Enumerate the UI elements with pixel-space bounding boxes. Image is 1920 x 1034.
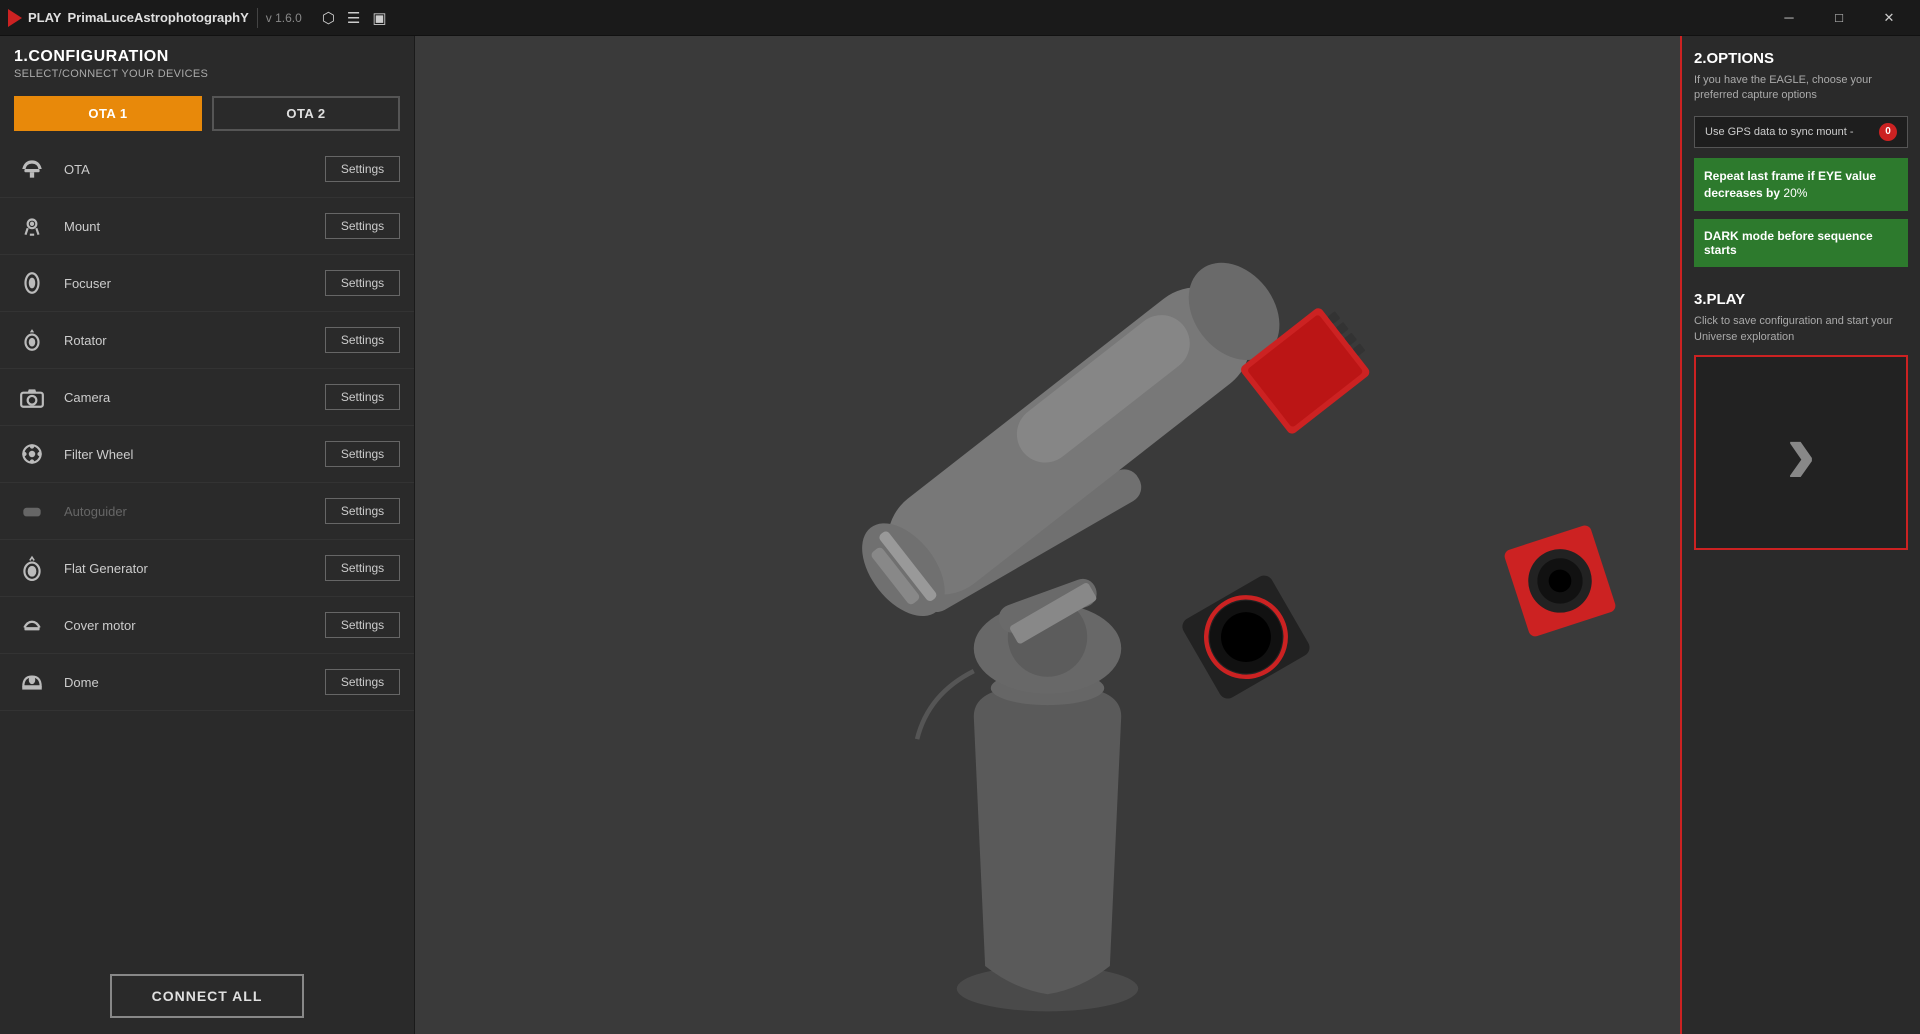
autoguider-label: Autoguider [50, 504, 325, 519]
connect-all-button[interactable]: CONNECT ALL [110, 974, 305, 1018]
ota-settings-btn[interactable]: Settings [325, 156, 400, 182]
device-row-filterwheel: Filter Wheel Settings [0, 426, 414, 483]
covermotor-settings-btn[interactable]: Settings [325, 612, 400, 638]
covermotor-icon [14, 607, 50, 643]
device-row-flatgen: Flat Generator Settings [0, 540, 414, 597]
ota1-tab[interactable]: OTA 1 [14, 96, 202, 131]
play-desc: Click to save configuration and start yo… [1694, 314, 1908, 345]
mount-settings-btn[interactable]: Settings [325, 213, 400, 239]
logo-triangle [8, 9, 22, 27]
filterwheel-label: Filter Wheel [50, 447, 325, 462]
gps-row: Use GPS data to sync mount - 0 [1694, 116, 1908, 148]
play-section: 3.PLAY Click to save configuration and s… [1694, 291, 1908, 550]
camera-settings-btn[interactable]: Settings [325, 384, 400, 410]
ota2-tab[interactable]: OTA 2 [212, 96, 400, 131]
ota-label: OTA [50, 162, 325, 177]
app-name: PrimaLuceAstrophotographY [67, 10, 248, 25]
left-panel-header: 1.CONFIGURATION SELECT/CONNECT YOUR DEVI… [0, 36, 414, 88]
telescope-visualization [415, 36, 1680, 1034]
ota-tabs: OTA 1 OTA 2 [0, 88, 414, 141]
window-controls: ─ □ ✕ [1766, 3, 1912, 33]
filterwheel-icon [14, 436, 50, 472]
flatgen-label: Flat Generator [50, 561, 325, 576]
focuser-icon [14, 265, 50, 301]
options-title: 2.OPTIONS [1694, 50, 1908, 67]
center-panel [415, 36, 1680, 1034]
options-desc: If you have the EAGLE, choose your prefe… [1694, 73, 1908, 104]
main-layout: 1.CONFIGURATION SELECT/CONNECT YOUR DEVI… [0, 36, 1920, 1034]
eye-value: 20% [1783, 186, 1807, 200]
play-chevron-icon: › [1786, 408, 1816, 498]
repeat-frame-button[interactable]: Repeat last frame if EYE value decreases… [1694, 158, 1908, 212]
covermotor-label: Cover motor [50, 618, 325, 633]
device-row-camera: Camera Settings [0, 369, 414, 426]
maximize-button[interactable]: □ [1816, 3, 1862, 33]
device-row-covermotor: Cover motor Settings [0, 597, 414, 654]
config-subtitle: SELECT/CONNECT YOUR DEVICES [14, 68, 400, 80]
dark-mode-button[interactable]: DARK mode before sequence starts [1694, 219, 1908, 267]
app-prefix: PLAY [28, 10, 61, 25]
rotator-label: Rotator [50, 333, 325, 348]
app-version: v 1.6.0 [266, 11, 302, 25]
device-row-mount: Mount Settings [0, 198, 414, 255]
gps-label: Use GPS data to sync mount - [1705, 126, 1879, 138]
device-row-rotator: Rotator Settings [0, 312, 414, 369]
autoguider-icon [14, 493, 50, 529]
play-button[interactable]: › [1694, 355, 1908, 550]
dome-label: Dome [50, 675, 325, 690]
device-row-ota: OTA Settings [0, 141, 414, 198]
device-row-focuser: Focuser Settings [0, 255, 414, 312]
titlebar-icons: ⬡ ☰ ▣ [322, 9, 387, 27]
device-row-autoguider: Autoguider Settings [0, 483, 414, 540]
config-title: 1.CONFIGURATION [14, 48, 400, 66]
titlebar-separator [257, 8, 258, 28]
ota-icon [14, 151, 50, 187]
gps-status-icon: 0 [1879, 123, 1897, 141]
sliders-icon[interactable]: ☰ [347, 9, 360, 27]
flatgen-settings-btn[interactable]: Settings [325, 555, 400, 581]
right-panel: 2.OPTIONS If you have the EAGLE, choose … [1680, 36, 1920, 1034]
connect-all-area: CONNECT ALL [0, 958, 414, 1034]
camera-label: Camera [50, 390, 325, 405]
rotator-icon [14, 322, 50, 358]
focuser-settings-btn[interactable]: Settings [325, 270, 400, 296]
filterwheel-settings-btn[interactable]: Settings [325, 441, 400, 467]
titlebar: PLAY PrimaLuceAstrophotographY v 1.6.0 ⬡… [0, 0, 1920, 36]
flatgen-icon [14, 550, 50, 586]
autoguider-settings-btn[interactable]: Settings [325, 498, 400, 524]
dome-settings-btn[interactable]: Settings [325, 669, 400, 695]
left-panel: 1.CONFIGURATION SELECT/CONNECT YOUR DEVI… [0, 36, 415, 1034]
device-list: OTA Settings Mount Settings Focuser Sett… [0, 141, 414, 958]
play-title: 3.PLAY [1694, 291, 1908, 308]
cursor-icon[interactable]: ⬡ [322, 9, 335, 27]
app-logo: PLAY PrimaLuceAstrophotographY [8, 9, 249, 27]
save-icon[interactable]: ▣ [372, 9, 386, 27]
camera-icon [14, 379, 50, 415]
minimize-button[interactable]: ─ [1766, 3, 1812, 33]
device-row-dome: Dome Settings [0, 654, 414, 711]
focuser-label: Focuser [50, 276, 325, 291]
close-button[interactable]: ✕ [1866, 3, 1912, 33]
mount-icon [14, 208, 50, 244]
rotator-settings-btn[interactable]: Settings [325, 327, 400, 353]
mount-label: Mount [50, 219, 325, 234]
dome-icon [14, 664, 50, 700]
